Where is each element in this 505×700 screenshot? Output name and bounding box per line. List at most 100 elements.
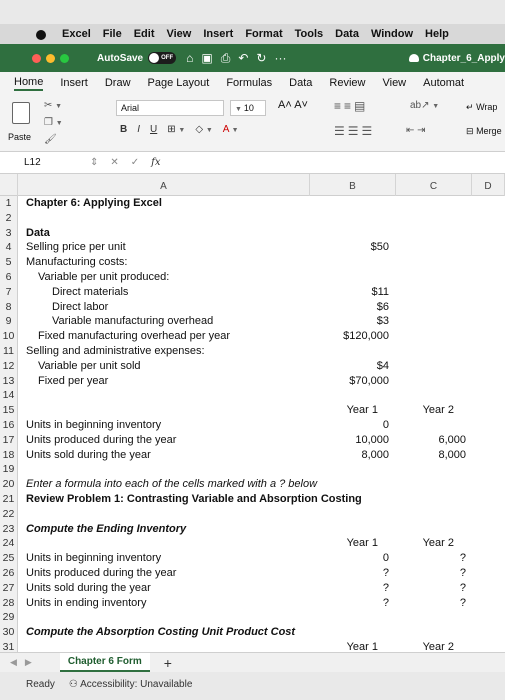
cell-a[interactable] — [18, 403, 310, 418]
cell-b[interactable] — [310, 625, 396, 640]
cell-c[interactable]: ? — [396, 581, 472, 596]
menu-help[interactable]: Help — [425, 28, 449, 40]
row-header[interactable]: 5 — [0, 255, 18, 270]
cell-b[interactable] — [310, 610, 396, 625]
tab-review[interactable]: Review — [329, 77, 365, 89]
sheet-nav-arrows[interactable]: ◀▶ — [10, 657, 40, 668]
italic-button[interactable]: I — [137, 124, 140, 135]
save-icon[interactable]: ▣ — [201, 51, 212, 66]
row-header[interactable]: 28 — [0, 595, 18, 611]
row-header[interactable]: 27 — [0, 580, 18, 596]
cell-b[interactable] — [310, 492, 396, 507]
tab-insert[interactable]: Insert — [60, 77, 88, 89]
menu-format[interactable]: Format — [245, 28, 282, 40]
cell-d[interactable] — [472, 477, 505, 492]
autosave-toggle[interactable]: OFF — [148, 52, 177, 64]
cell-b[interactable]: 0 — [310, 551, 396, 566]
cell-d[interactable] — [472, 433, 505, 448]
borders-icon[interactable]: ⊞ ▼ — [167, 124, 185, 135]
cell-a[interactable]: Units sold during the year — [18, 581, 310, 596]
cell-d[interactable] — [472, 610, 505, 625]
column-header-a[interactable]: A — [18, 174, 310, 196]
cell-a[interactable] — [18, 462, 310, 477]
cell-a[interactable]: Units sold during the year — [18, 448, 310, 463]
tab-home[interactable]: Home — [14, 76, 44, 91]
cell-a[interactable]: Variable per unit sold — [18, 359, 310, 374]
cell-b[interactable] — [310, 477, 396, 492]
cell-d[interactable] — [472, 255, 505, 270]
close-window-button[interactable] — [32, 53, 41, 63]
cell-b[interactable] — [310, 226, 396, 241]
cell-a[interactable]: Fixed per year — [18, 374, 310, 389]
tab-automate[interactable]: Automat — [423, 77, 464, 89]
row-header[interactable]: 29 — [0, 610, 18, 626]
row-header[interactable]: 17 — [0, 432, 18, 448]
horizontal-align-buttons[interactable]: ☰☰☰ — [334, 124, 375, 138]
vertical-align-buttons[interactable]: ≡≡▤ — [334, 99, 368, 113]
row-header[interactable]: 4 — [0, 240, 18, 256]
cell-c[interactable] — [396, 374, 472, 389]
cell-b[interactable] — [310, 522, 396, 537]
cell-a[interactable] — [18, 610, 310, 625]
cell-b[interactable] — [310, 255, 396, 270]
row-header[interactable]: 8 — [0, 299, 18, 315]
cell-d[interactable] — [472, 462, 505, 477]
indent-buttons[interactable]: ⇤ ⇥ — [406, 125, 426, 136]
row-header[interactable]: 20 — [0, 477, 18, 492]
cell-d[interactable] — [472, 359, 505, 374]
cell-a[interactable] — [18, 640, 310, 652]
cell-c[interactable] — [396, 522, 472, 537]
cell-a[interactable]: Selling price per unit — [18, 240, 310, 255]
cell-d[interactable] — [472, 566, 505, 581]
menu-app-excel[interactable]: Excel — [62, 28, 91, 40]
cell-d[interactable] — [472, 329, 505, 344]
select-all-corner[interactable] — [0, 174, 18, 196]
paste-button[interactable]: Paste — [6, 98, 40, 148]
cell-d[interactable] — [472, 211, 505, 226]
cell-d[interactable] — [472, 314, 505, 329]
menu-view[interactable]: View — [166, 28, 191, 40]
underline-button[interactable]: U — [150, 124, 157, 135]
cell-c[interactable] — [396, 211, 472, 226]
cell-a[interactable]: Compute the Absorption Costing Unit Prod… — [18, 625, 310, 640]
row-header[interactable]: 16 — [0, 417, 18, 433]
tab-draw[interactable]: Draw — [105, 77, 131, 89]
cell-a[interactable]: Chapter 6: Applying Excel — [18, 196, 310, 211]
cancel-icon[interactable]: ✕ — [110, 157, 118, 168]
cell-a[interactable]: Manufacturing costs: — [18, 255, 310, 270]
cell-c[interactable] — [396, 240, 472, 255]
enter-icon[interactable]: ✓ — [131, 157, 139, 168]
row-header[interactable]: 7 — [0, 284, 18, 300]
cell-a[interactable] — [18, 507, 310, 522]
cell-c[interactable]: ? — [396, 566, 472, 581]
cell-a[interactable]: Variable per unit produced: — [18, 270, 310, 285]
cell-a[interactable]: Fixed manufacturing overhead per year — [18, 329, 310, 344]
fill-color-icon[interactable]: ◇ ▼ — [195, 124, 212, 135]
cell-d[interactable] — [472, 300, 505, 315]
cell-c[interactable]: Year 2 — [396, 536, 472, 551]
cell-c[interactable]: Year 2 — [396, 640, 472, 652]
cell-b[interactable]: 10,000 — [310, 433, 396, 448]
cell-b[interactable]: ? — [310, 566, 396, 581]
tab-view[interactable]: View — [382, 77, 406, 89]
cell-c[interactable]: 6,000 — [396, 433, 472, 448]
cell-c[interactable] — [396, 418, 472, 433]
cell-b[interactable]: $70,000 — [310, 374, 396, 389]
font-grow-shrink-buttons[interactable]: A˄ A˅ — [278, 99, 308, 111]
tab-formulas[interactable]: Formulas — [226, 77, 272, 89]
row-header[interactable]: 9 — [0, 314, 18, 330]
cell-d[interactable] — [472, 448, 505, 463]
tab-page-layout[interactable]: Page Layout — [148, 77, 210, 89]
cell-d[interactable] — [472, 403, 505, 418]
menu-tools[interactable]: Tools — [295, 28, 324, 40]
cell-a[interactable]: Enter a formula into each of the cells m… — [18, 477, 317, 492]
wrap-text-button[interactable]: ↵ Wrap — [466, 102, 497, 113]
cell-c[interactable]: ? — [396, 596, 472, 611]
more-commands-button[interactable]: ··· — [274, 51, 286, 66]
cell-a[interactable]: Units produced during the year — [18, 566, 310, 581]
cell-b[interactable] — [310, 388, 396, 403]
column-header-d[interactable]: D — [472, 174, 505, 196]
cell-b[interactable]: $50 — [310, 240, 396, 255]
cut-icon[interactable]: ✂ ▼ — [44, 98, 63, 115]
cell-c[interactable]: 8,000 — [396, 448, 472, 463]
